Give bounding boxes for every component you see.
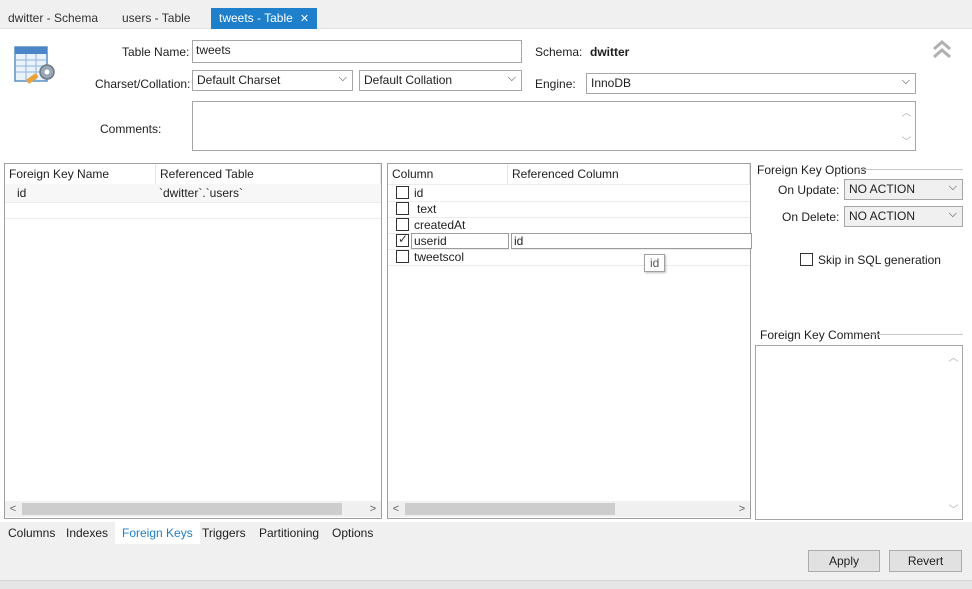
close-icon[interactable]: ✕ xyxy=(300,13,309,25)
tab-columns[interactable]: Columns xyxy=(6,522,57,544)
on-update-label: On Update: xyxy=(778,183,840,197)
tab-foreign-keys[interactable]: Foreign Keys xyxy=(115,522,200,544)
on-delete-label: On Delete: xyxy=(782,210,840,224)
horizontal-scrollbar[interactable]: < > xyxy=(5,501,381,517)
table-name-label: Table Name: xyxy=(122,45,190,59)
fk-name-cell: id xyxy=(17,186,27,200)
column-header-referenced-column[interactable]: Referenced Column xyxy=(508,164,750,184)
scroll-down-icon[interactable]: ﹀ xyxy=(945,501,962,516)
chevron-down-icon: ⌵ xyxy=(948,181,957,193)
tab-tweets-table-label: tweets - Table xyxy=(219,11,293,25)
collation-select[interactable]: Default Collation ⌵ xyxy=(359,70,522,91)
comments-scrollbar[interactable]: ︿ ﹀ xyxy=(898,102,915,150)
scroll-up-icon[interactable]: ︿ xyxy=(945,349,962,364)
tab-users-table[interactable]: users - Table xyxy=(114,8,198,29)
status-bar xyxy=(0,580,972,589)
comments-textarea[interactable]: ︿ ﹀ xyxy=(192,101,916,151)
on-delete-value: NO ACTION xyxy=(849,209,916,223)
on-update-value: NO ACTION xyxy=(849,182,916,196)
on-delete-select[interactable]: NO ACTION ⌵ xyxy=(844,206,963,227)
referenced-column-tooltip: id xyxy=(644,254,666,272)
table-editor-icon xyxy=(14,44,58,88)
group-divider xyxy=(870,334,963,335)
chevron-down-icon: ⌵ xyxy=(507,72,516,84)
chevron-down-icon: ⌵ xyxy=(901,75,910,87)
fk-comment-textarea[interactable]: ︿ ﹀ xyxy=(755,345,963,520)
foreign-key-list[interactable]: Foreign Key Name Referenced Table id `dw… xyxy=(4,163,382,519)
tab-dwitter-schema[interactable]: dwitter - Schema xyxy=(0,8,106,29)
column-header-column[interactable]: Column xyxy=(388,164,508,184)
column-checkbox-createdat[interactable] xyxy=(396,218,409,231)
scrollbar-thumb[interactable] xyxy=(22,503,342,515)
comments-label: Comments: xyxy=(100,122,162,136)
scrollbar-thumb[interactable] xyxy=(405,503,615,515)
column-name: createdAt xyxy=(414,218,466,232)
on-update-select[interactable]: NO ACTION ⌵ xyxy=(844,179,963,200)
column-name: tweetscol xyxy=(414,250,465,264)
engine-label: Engine: xyxy=(535,77,576,91)
table-name-input[interactable]: tweets xyxy=(192,40,522,63)
revert-button[interactable]: Revert xyxy=(889,550,962,572)
column-name: text xyxy=(417,202,437,216)
collapse-icon[interactable] xyxy=(931,38,953,62)
checkmark-icon: ✓ xyxy=(398,232,409,246)
engine-select[interactable]: InnoDB ⌵ xyxy=(586,73,916,94)
scroll-left-icon[interactable]: < xyxy=(388,501,404,517)
fk-options-group-label: Foreign Key Options xyxy=(757,163,867,177)
column-checkbox-tweetscol[interactable] xyxy=(396,250,409,263)
tab-triggers[interactable]: Triggers xyxy=(200,522,248,544)
scroll-left-icon[interactable]: < xyxy=(5,501,21,517)
scroll-down-icon[interactable]: ﹀ xyxy=(898,133,915,148)
referenced-column-edit[interactable]: id xyxy=(511,233,752,249)
horizontal-scrollbar[interactable]: < > xyxy=(388,501,750,517)
fk-comment-label: Foreign Key Comment xyxy=(760,328,881,342)
charset-select[interactable]: Default Charset ⌵ xyxy=(192,70,353,91)
column-name: id xyxy=(414,186,424,200)
charset-collation-label: Charset/Collation: xyxy=(95,77,191,91)
schema-label: Schema: xyxy=(535,45,583,59)
column-header-fk-name[interactable]: Foreign Key Name xyxy=(5,164,156,184)
engine-value: InnoDB xyxy=(591,76,632,90)
fk-columns-grid[interactable]: Column Referenced Column id text created… xyxy=(387,163,752,519)
table-row[interactable]: id `dwitter`.`users` xyxy=(5,184,381,202)
skip-sql-label[interactable]: Skip in SQL generation xyxy=(818,253,941,267)
column-header-referenced-table[interactable]: Referenced Table xyxy=(156,164,381,184)
tab-indexes[interactable]: Indexes xyxy=(64,522,110,544)
skip-sql-checkbox[interactable] xyxy=(800,253,813,266)
charset-value: Default Charset xyxy=(197,73,281,87)
comment-scrollbar[interactable]: ︿ ﹀ xyxy=(945,346,962,519)
document-tab-bar: dwitter - Schema users - Table tweets - … xyxy=(0,0,972,29)
schema-value: dwitter xyxy=(590,45,630,59)
tab-options[interactable]: Options xyxy=(330,522,375,544)
column-checkbox-userid[interactable]: ✓ xyxy=(396,232,409,247)
scroll-right-icon[interactable]: > xyxy=(365,501,381,517)
chevron-down-icon: ⌵ xyxy=(948,208,957,220)
group-divider xyxy=(858,169,963,170)
tab-partitioning[interactable]: Partitioning xyxy=(257,522,321,544)
column-name-edit[interactable]: userid xyxy=(411,233,509,249)
column-checkbox-text[interactable] xyxy=(396,202,409,215)
collation-value: Default Collation xyxy=(364,73,453,87)
chevron-down-icon: ⌵ xyxy=(338,72,347,84)
scroll-right-icon[interactable]: > xyxy=(734,501,750,517)
scroll-up-icon[interactable]: ︿ xyxy=(898,104,915,119)
column-checkbox-id[interactable] xyxy=(396,186,409,199)
apply-button[interactable]: Apply xyxy=(808,550,880,572)
referenced-table-cell: `dwitter`.`users` xyxy=(159,186,244,200)
tab-tweets-table[interactable]: tweets - Table ✕ xyxy=(211,8,318,29)
